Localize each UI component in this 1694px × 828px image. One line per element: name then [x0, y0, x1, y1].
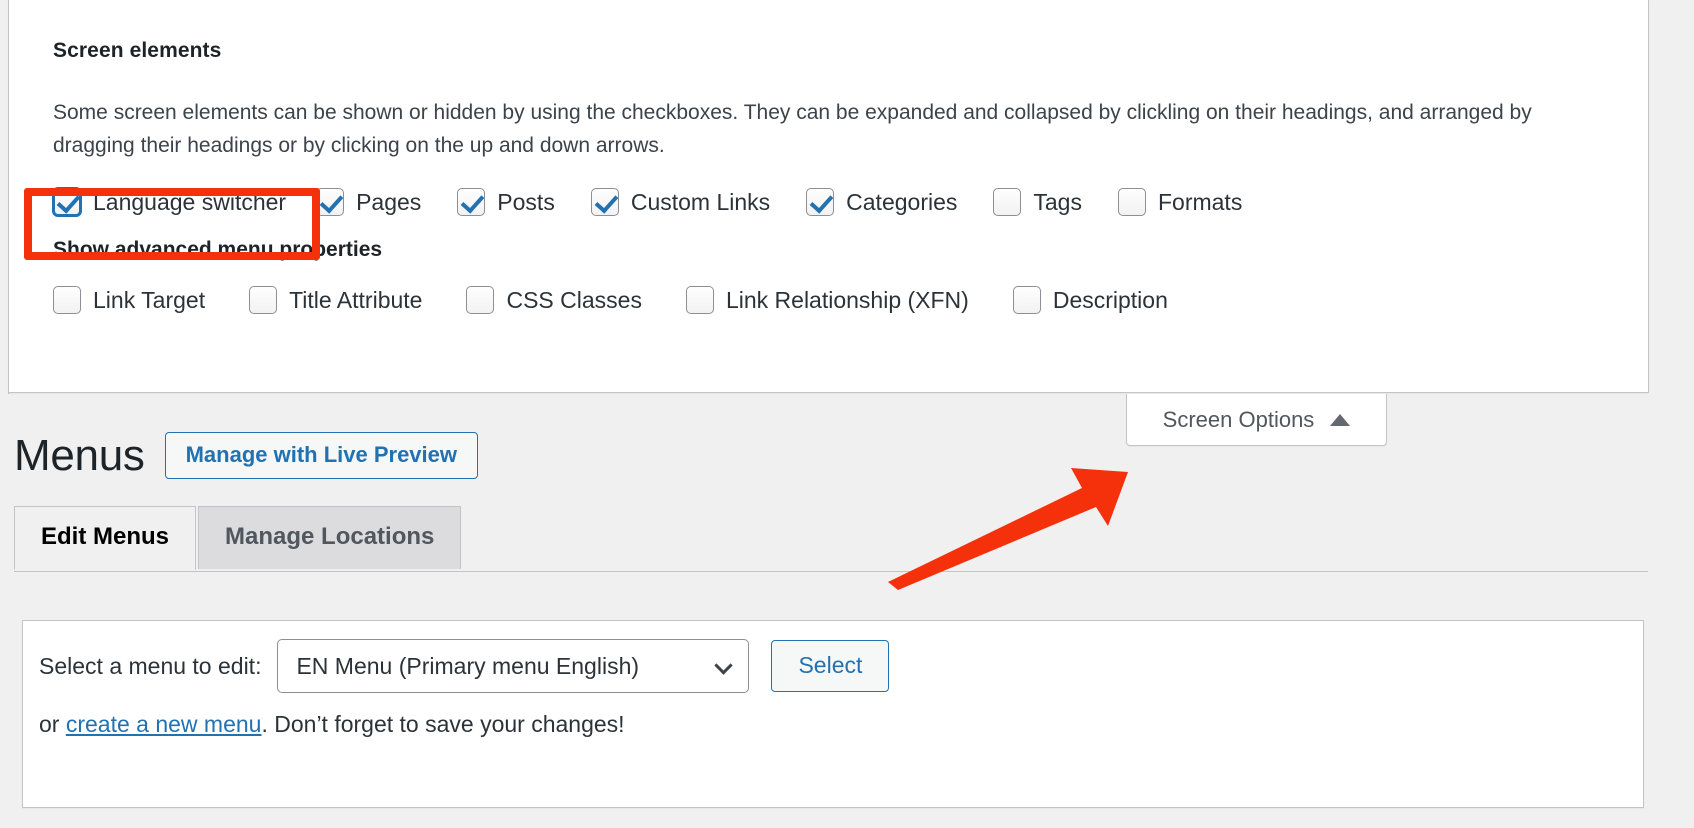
- advanced-property-checkbox-3[interactable]: Link Relationship (XFN): [685, 286, 969, 315]
- advanced-property-checkbox-label: Title Attribute: [289, 286, 423, 313]
- admin-screen: Screen elements Some screen elements can…: [0, 0, 1694, 828]
- advanced-property-checkbox-0[interactable]: Link Target: [53, 286, 206, 315]
- checkbox-checked-icon[interactable]: [806, 188, 835, 217]
- manage-with-live-preview-button[interactable]: Manage with Live Preview: [164, 432, 479, 479]
- menu-select-panel: Select a menu to edit: EN Menu (Primary …: [22, 620, 1644, 808]
- screen-element-checkbox-label: Categories: [846, 188, 958, 215]
- menu-select-row: Select a menu to edit: EN Menu (Primary …: [39, 639, 890, 693]
- checkbox-unchecked-icon[interactable]: [993, 188, 1022, 217]
- screen-element-checkbox-label: Formats: [1157, 188, 1243, 215]
- checkbox-unchecked-icon[interactable]: [1012, 286, 1041, 315]
- advanced-property-checkbox-label: CSS Classes: [506, 286, 642, 313]
- checkbox-checked-icon[interactable]: [53, 188, 81, 217]
- screen-element-checkbox-label: Custom Links: [630, 188, 771, 215]
- screen-elements-heading: Screen elements: [53, 39, 222, 62]
- advanced-properties-heading: Show advanced menu properties: [53, 238, 383, 262]
- checkbox-checked-icon[interactable]: [316, 188, 345, 217]
- screen-element-checkbox-2[interactable]: Posts: [457, 188, 555, 217]
- screen-element-checkbox-1[interactable]: Pages: [316, 188, 422, 217]
- screen-elements-checkbox-row: Language switcher Pages Posts Custom Links C…: [53, 188, 1604, 217]
- create-menu-helper-text: or create a new menu. Don’t forget to sa…: [39, 711, 625, 738]
- create-a-new-menu-link[interactable]: create a new menu: [66, 711, 262, 737]
- screen-options-tab-label: Screen Options: [1162, 406, 1315, 432]
- triangle-up-icon: [1330, 413, 1351, 426]
- menu-select-dropdown[interactable]: EN Menu (Primary menu English): [277, 639, 750, 693]
- select-button[interactable]: Select: [771, 640, 890, 692]
- arrow-up-right-icon: [888, 468, 1128, 590]
- tab-edit-menus[interactable]: Edit Menus: [14, 506, 197, 570]
- menu-select-value: EN Menu (Primary menu English): [296, 652, 640, 679]
- checkbox-unchecked-icon[interactable]: [53, 286, 81, 315]
- menu-select-label: Select a menu to edit:: [39, 652, 262, 679]
- helper-prefix: or: [39, 711, 66, 737]
- advanced-property-checkbox-label: Link Target: [93, 286, 206, 313]
- screen-elements-description: Some screen elements can be shown or hid…: [53, 101, 1532, 157]
- screen-element-checkbox-5[interactable]: Tags: [993, 188, 1082, 217]
- checkbox-unchecked-icon[interactable]: [466, 286, 495, 315]
- advanced-property-checkbox-2[interactable]: CSS Classes: [466, 286, 642, 315]
- screen-element-checkbox-label: Tags: [1033, 188, 1082, 215]
- tabs-divider: [14, 571, 1648, 572]
- helper-suffix: . Don’t forget to save your changes!: [261, 711, 625, 737]
- screen-element-checkbox-label: Posts: [497, 188, 555, 215]
- screen-options-panel: Screen elements Some screen elements can…: [8, 0, 1649, 393]
- screen-element-checkbox-3[interactable]: Custom Links: [590, 188, 771, 217]
- tab-manage-locations[interactable]: Manage Locations: [198, 506, 462, 569]
- advanced-properties-checkbox-row: Link Target Title Attribute CSS Classes Lin…: [53, 286, 1604, 315]
- checkbox-unchecked-icon[interactable]: [1117, 188, 1146, 217]
- checkbox-checked-icon[interactable]: [590, 188, 619, 217]
- advanced-property-checkbox-1[interactable]: Title Attribute: [249, 286, 423, 315]
- advanced-property-checkbox-label: Description: [1052, 286, 1168, 313]
- checkbox-checked-icon[interactable]: [457, 188, 486, 217]
- checkbox-unchecked-icon[interactable]: [685, 286, 714, 315]
- checkbox-unchecked-icon[interactable]: [249, 286, 278, 315]
- menu-tabs: Edit Menus Manage Locations: [14, 506, 462, 570]
- chevron-down-icon: [714, 656, 734, 675]
- advanced-property-checkbox-4[interactable]: Description: [1012, 286, 1168, 315]
- page-header: Menus Manage with Live Preview: [14, 430, 479, 480]
- page-title: Menus: [14, 430, 145, 480]
- screen-element-checkbox-label: Language switcher: [93, 188, 287, 215]
- screen-element-checkbox-6[interactable]: Formats: [1117, 188, 1243, 217]
- screen-element-checkbox-0[interactable]: Language switcher: [53, 188, 287, 217]
- advanced-property-checkbox-label: Link Relationship (XFN): [725, 286, 969, 313]
- screen-element-checkbox-4[interactable]: Categories: [806, 188, 958, 217]
- screen-options-tab[interactable]: Screen Options: [1126, 394, 1387, 446]
- screen-element-checkbox-label: Pages: [356, 188, 422, 215]
